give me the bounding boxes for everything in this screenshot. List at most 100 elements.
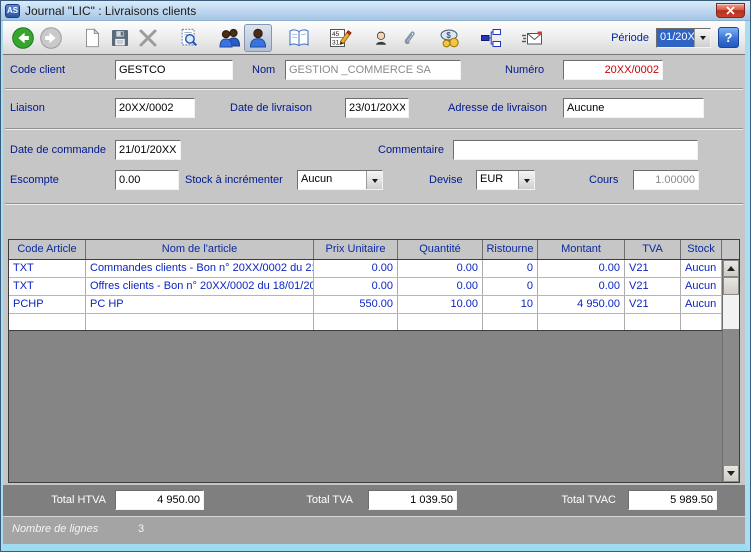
- numero-field[interactable]: [563, 60, 663, 80]
- vertical-scrollbar[interactable]: [722, 260, 739, 482]
- table-row[interactable]: TXT Commandes clients - Bon n° 20XX/0002…: [9, 260, 722, 278]
- column-header-code-article: Code Article: [9, 240, 86, 259]
- cell-quantite[interactable]: 10.00: [398, 296, 483, 313]
- date-livraison-label: Date de livraison: [230, 102, 312, 114]
- payment-button[interactable]: $: [436, 24, 464, 52]
- periode-dropdown-button[interactable]: [694, 29, 710, 47]
- table-row[interactable]: PCHP PC HP 550.00 10.00 10 4 950.00 V21 …: [9, 296, 722, 314]
- total-tva-field[interactable]: [368, 490, 457, 510]
- date-commande-field[interactable]: [115, 140, 181, 160]
- calendar-edit-button[interactable]: 4531: [326, 24, 354, 52]
- forward-button[interactable]: [37, 24, 65, 52]
- divider: [5, 88, 743, 90]
- cell-code[interactable]: TXT: [9, 278, 86, 295]
- liaison-field[interactable]: [115, 98, 195, 118]
- cell-nom[interactable]: Offres clients - Bon n° 20XX/0002 du 18/…: [86, 278, 314, 295]
- column-header-prix-unitaire: Prix Unitaire: [314, 240, 398, 259]
- cell-ristourne[interactable]: 10: [483, 296, 538, 313]
- adresse-livraison-field[interactable]: [563, 98, 704, 118]
- cell-code[interactable]: TXT: [9, 260, 86, 277]
- cell-tva[interactable]: V21: [625, 260, 681, 277]
- periode-combobox[interactable]: 01/20XX: [656, 28, 711, 48]
- back-icon: [11, 26, 35, 50]
- line-count-label: Nombre de lignes: [12, 523, 98, 535]
- stock-incrementer-label: Stock à incrémenter: [185, 174, 283, 186]
- commentaire-field[interactable]: [453, 140, 698, 160]
- cell-nom[interactable]: Commandes clients - Bon n° 20XX/0002 du …: [86, 260, 314, 277]
- send-mail-button[interactable]: [518, 24, 546, 52]
- cell-stock[interactable]: Aucun: [681, 296, 722, 313]
- total-tvac-field[interactable]: [628, 490, 717, 510]
- column-header-nom-article: Nom de l'article: [86, 240, 314, 259]
- escompte-label: Escompte: [10, 174, 59, 186]
- cell-prix[interactable]: 0.00: [314, 278, 398, 295]
- attachment-icon: [399, 27, 419, 49]
- client-card-button[interactable]: [244, 24, 272, 52]
- cell-code[interactable]: PCHP: [9, 296, 86, 313]
- cours-field: [633, 170, 699, 190]
- cell-prix[interactable]: 0.00: [314, 260, 398, 277]
- cell-tva[interactable]: V21: [625, 278, 681, 295]
- title-bar: AS Journal "LIC" : Livraisons clients: [1, 1, 750, 21]
- stock-dropdown-button[interactable]: [366, 171, 382, 189]
- save-button[interactable]: [106, 24, 134, 52]
- chevron-down-icon: [700, 36, 706, 43]
- scroll-up-button[interactable]: [723, 260, 739, 277]
- date-livraison-field[interactable]: [345, 98, 409, 118]
- grid-body: TXT Commandes clients - Bon n° 20XX/0002…: [9, 260, 739, 482]
- scroll-down-button[interactable]: [723, 465, 739, 482]
- cell-ristourne[interactable]: 0: [483, 278, 538, 295]
- structure-button[interactable]: [477, 24, 505, 52]
- journal-book-button[interactable]: [285, 24, 313, 52]
- column-header-ristourne: Ristourne: [483, 240, 538, 259]
- scrollbar-thumb[interactable]: [723, 277, 739, 295]
- date-commande-label: Date de commande: [10, 144, 106, 156]
- svg-text:31: 31: [332, 39, 340, 46]
- nom-label: Nom: [252, 64, 275, 76]
- cell-stock[interactable]: Aucun: [681, 260, 722, 277]
- help-button[interactable]: ?: [718, 27, 739, 48]
- delete-icon: [136, 26, 160, 50]
- print-preview-button[interactable]: [175, 24, 203, 52]
- new-document-button[interactable]: [78, 24, 106, 52]
- cell-prix[interactable]: 550.00: [314, 296, 398, 313]
- structure-icon: [479, 26, 503, 50]
- cours-label: Cours: [589, 174, 618, 186]
- column-header-quantite: Quantité: [398, 240, 483, 259]
- cell-montant[interactable]: 0.00: [538, 278, 625, 295]
- devise-dropdown-button[interactable]: [518, 171, 534, 189]
- commentaire-label: Commentaire: [378, 144, 444, 156]
- grid-header: Code Article Nom de l'article Prix Unita…: [9, 240, 739, 260]
- clients-button[interactable]: [216, 24, 244, 52]
- scrollbar-track-lower[interactable]: [723, 329, 739, 465]
- table-row-empty[interactable]: [9, 314, 722, 331]
- cell-tva[interactable]: V21: [625, 296, 681, 313]
- table-row[interactable]: TXT Offres clients - Bon n° 20XX/0002 du…: [9, 278, 722, 296]
- attachment-button[interactable]: [395, 24, 423, 52]
- cell-quantite[interactable]: 0.00: [398, 278, 483, 295]
- contact-button[interactable]: [367, 24, 395, 52]
- back-button[interactable]: [9, 24, 37, 52]
- escompte-field[interactable]: [115, 170, 179, 190]
- payment-icon: $: [438, 26, 462, 50]
- cell-quantite[interactable]: 0.00: [398, 260, 483, 277]
- journal-book-icon: [287, 26, 311, 50]
- code-client-field[interactable]: [115, 60, 233, 80]
- new-document-icon: [81, 27, 103, 49]
- cell-ristourne[interactable]: 0: [483, 260, 538, 277]
- code-client-label: Code client: [10, 64, 65, 76]
- cell-montant[interactable]: 4 950.00: [538, 296, 625, 313]
- chevron-down-icon: [524, 179, 530, 186]
- close-button[interactable]: [716, 3, 745, 18]
- total-htva-field[interactable]: [115, 490, 204, 510]
- cell-montant[interactable]: 0.00: [538, 260, 625, 277]
- grid-rows: TXT Commandes clients - Bon n° 20XX/0002…: [9, 260, 722, 482]
- line-count-value: 3: [138, 523, 144, 535]
- total-tvac-label: Total TVAC: [548, 494, 616, 506]
- stock-incrementer-combobox[interactable]: Aucun: [297, 170, 383, 190]
- devise-combobox[interactable]: EUR: [476, 170, 535, 190]
- delete-button[interactable]: [134, 24, 162, 52]
- scrollbar-track[interactable]: [723, 295, 739, 329]
- cell-nom[interactable]: PC HP: [86, 296, 314, 313]
- cell-stock[interactable]: Aucun: [681, 278, 722, 295]
